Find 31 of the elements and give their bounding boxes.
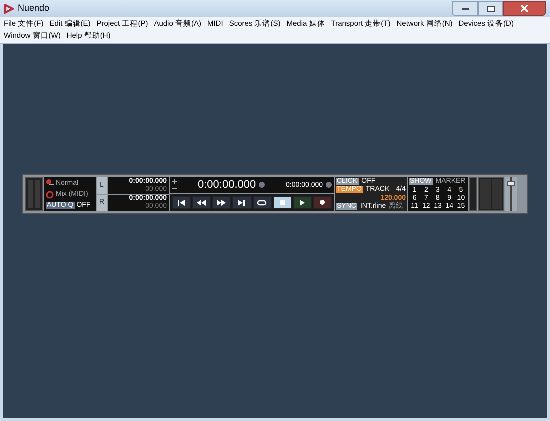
mix-mode-icon <box>46 190 54 198</box>
rewind-button[interactable] <box>192 196 212 209</box>
forward-icon <box>217 200 226 206</box>
record-icon <box>320 200 325 205</box>
stop-button[interactable] <box>272 196 292 209</box>
volume-slider[interactable] <box>505 177 517 211</box>
minimize-button[interactable] <box>452 1 478 16</box>
record-button[interactable] <box>312 196 332 209</box>
rewind-icon <box>197 200 206 206</box>
maximize-button[interactable] <box>478 1 503 16</box>
master-meter <box>478 177 504 211</box>
cycle-button[interactable] <box>252 196 272 209</box>
plus-minus-icon <box>172 179 177 191</box>
output-meter <box>469 177 477 211</box>
start-button[interactable] <box>172 196 192 209</box>
forward-button[interactable] <box>212 196 232 209</box>
play-button[interactable] <box>292 196 312 209</box>
slider-thumb[interactable] <box>507 181 515 186</box>
stop-icon <box>280 200 285 205</box>
main-time: 0:00:00.000 <box>198 180 256 190</box>
app-logo-icon <box>4 4 14 14</box>
start-icon <box>178 200 186 206</box>
window-title: Nuendo <box>18 2 50 15</box>
close-icon <box>521 5 528 12</box>
close-button[interactable] <box>503 1 546 16</box>
play-icon <box>300 200 305 206</box>
end-button[interactable] <box>232 196 252 209</box>
record-mode-icon <box>46 179 54 187</box>
cycle-icon <box>257 200 268 206</box>
level-meter <box>25 177 43 211</box>
end-icon <box>238 200 246 206</box>
